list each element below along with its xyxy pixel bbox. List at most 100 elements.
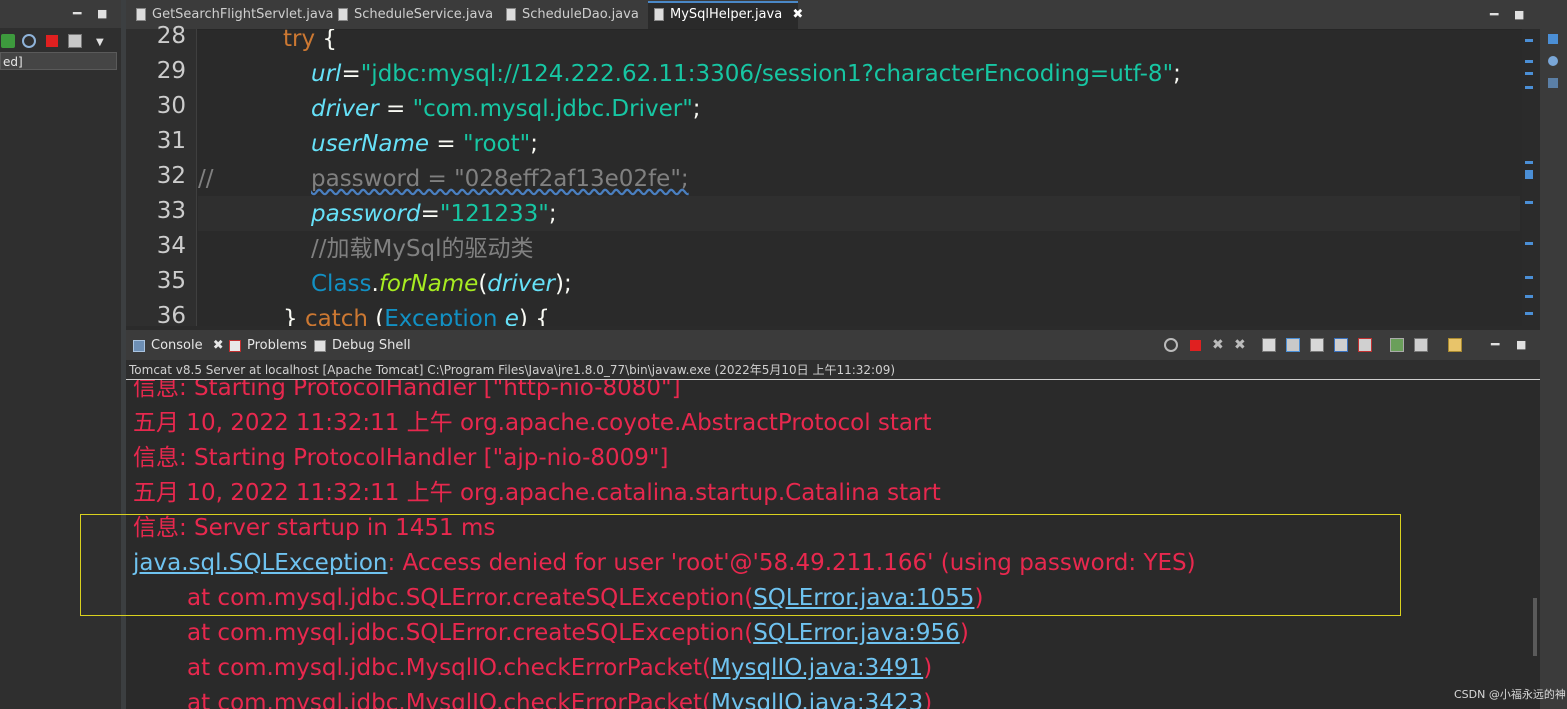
code-line-35: Class.forName(driver);	[311, 271, 572, 297]
pin-console-icon[interactable]	[1390, 338, 1404, 352]
console-tab-bar: Console ✖ Problems Debug Shell ✖ ✖ ━ ■	[126, 330, 1540, 360]
show-on-stdout-icon[interactable]	[1334, 338, 1348, 352]
editor-tab-bar: GetSearchFlightServlet.java ScheduleServ…	[126, 0, 1540, 30]
tab-label: GetSearchFlightServlet.java	[152, 7, 334, 22]
stop-icon[interactable]	[46, 35, 58, 47]
overview-marker[interactable]	[1525, 60, 1533, 63]
source-link[interactable]: SQLError.java:956	[753, 620, 960, 646]
overview-marker[interactable]	[1525, 170, 1533, 179]
code-line-31: userName = "root";	[311, 131, 538, 157]
console-minimize-button[interactable]: ━	[1491, 338, 1499, 352]
code-line-29: url="jdbc:mysql://124.222.62.11:3306/ses…	[311, 61, 1181, 87]
source-link[interactable]: MysqlIO.java:3491	[711, 655, 923, 681]
overview-marker[interactable]	[1525, 39, 1533, 42]
console-process-description: Tomcat v8.5 Server at localhost [Apache …	[126, 360, 1540, 380]
java-file-icon	[338, 8, 348, 21]
code-editor: GetSearchFlightServlet.java ScheduleServ…	[126, 0, 1540, 329]
right-side-trim	[1540, 0, 1567, 709]
code-line-28: try {	[283, 29, 338, 52]
left-panel-field[interactable]: ed]	[0, 52, 117, 70]
tab-label: Console	[151, 338, 203, 353]
console-line: 信息: Starting ProtocolHandler ["ajp-nio-8…	[133, 445, 669, 471]
overview-marker[interactable]	[1525, 201, 1533, 204]
code-line-33: password="121233";	[311, 201, 557, 227]
line-number: 34	[156, 233, 186, 259]
code-area[interactable]: try { url="jdbc:mysql://124.222.62.11:33…	[198, 29, 1520, 326]
clear-console-icon[interactable]	[1262, 338, 1276, 352]
tab-label: ScheduleService.java	[354, 7, 494, 22]
remove-all-icon: ✖	[1234, 337, 1246, 353]
overview-marker[interactable]	[1525, 242, 1533, 245]
left-maximize-button[interactable]: ■	[97, 7, 107, 21]
line-number: 30	[156, 93, 186, 119]
tab-problems[interactable]: Problems	[225, 333, 307, 359]
line-number: 28	[156, 23, 186, 49]
console-scrollbar[interactable]	[1533, 598, 1537, 656]
console-maximize-button[interactable]: ■	[1516, 338, 1526, 352]
disconnect-icon[interactable]	[68, 34, 82, 48]
overview-marker[interactable]	[1525, 312, 1533, 315]
tab-mysqlhelper[interactable]: MySqlHelper.java ✖	[648, 1, 803, 29]
line-number: 35	[156, 268, 186, 294]
problems-icon	[229, 340, 241, 352]
code-line-32-comment: password = "028eff2af13e02fe";	[311, 166, 689, 192]
task-icon[interactable]	[1548, 56, 1558, 66]
console-line: 五月 10, 2022 11:32:11 上午 org.apache.catal…	[133, 480, 941, 506]
tab-label: Problems	[247, 338, 307, 353]
line-number-gutter: 28 29 30 31 32 33 34 35 36	[126, 23, 197, 329]
word-wrap-icon[interactable]	[1310, 338, 1324, 352]
terminate-icon[interactable]	[1190, 340, 1201, 351]
tab-scheduledao[interactable]: ScheduleDao.java	[500, 3, 642, 27]
java-file-icon	[136, 8, 146, 21]
java-file-icon	[654, 8, 664, 21]
close-icon[interactable]: ✖	[792, 3, 803, 27]
tab-console[interactable]: Console ✖	[129, 333, 224, 359]
tab-label: ScheduleDao.java	[522, 7, 639, 22]
watermark: CSDN @小福永远的神	[1454, 688, 1566, 701]
tab-scheduleservice[interactable]: ScheduleService.java	[332, 3, 494, 27]
console-line: 信息: Starting ProtocolHandler ["http-nio-…	[133, 380, 681, 401]
scroll-lock-icon[interactable]	[1286, 338, 1300, 352]
code-line-32: //	[198, 166, 214, 192]
resume-icon[interactable]	[1, 34, 15, 48]
overview-ruler[interactable]	[1522, 29, 1540, 326]
debug-shell-icon	[314, 340, 326, 352]
stacktrace-line: at com.mysql.jdbc.SQLError.createSQLExce…	[187, 620, 969, 646]
line-number: 36	[156, 303, 186, 329]
close-icon[interactable]: ✖	[213, 338, 224, 353]
line-number: 32	[156, 163, 186, 189]
hierarchy-icon[interactable]	[1548, 78, 1558, 88]
stacktrace-line: at com.mysql.jdbc.MysqlIO.checkErrorPack…	[187, 655, 933, 681]
tab-label: Debug Shell	[332, 338, 411, 353]
code-line-30: driver = "com.mysql.jdbc.Driver";	[311, 96, 701, 122]
stacktrace-line: at com.mysql.jdbc.MysqlIO.checkErrorPack…	[187, 686, 932, 709]
editor-maximize-button[interactable]: ■	[1514, 8, 1524, 22]
annotation-highlight-box	[80, 514, 1401, 616]
view-menu-chevron-down-icon[interactable]: ▼	[96, 36, 104, 50]
console-line: 五月 10, 2022 11:32:11 上午 org.apache.coyot…	[133, 410, 932, 436]
overview-marker[interactable]	[1525, 72, 1533, 75]
overview-marker[interactable]	[1525, 161, 1533, 164]
gear-icon[interactable]	[22, 34, 36, 48]
editor-minimize-button[interactable]: ━	[1490, 8, 1498, 22]
line-number: 29	[156, 58, 186, 84]
show-on-stderr-icon[interactable]	[1358, 338, 1372, 352]
left-minimize-button[interactable]: ━	[73, 7, 81, 21]
remove-launch-icon: ✖	[1212, 337, 1224, 353]
open-console-icon[interactable]	[1448, 338, 1462, 352]
source-link[interactable]: MysqlIO.java:3423	[711, 690, 923, 709]
tab-label: MySqlHelper.java	[670, 7, 783, 22]
outline-icon[interactable]	[1548, 34, 1558, 44]
left-panel-header: ━ ■	[0, 0, 121, 28]
java-file-icon	[506, 8, 516, 21]
line-number: 33	[156, 198, 186, 224]
overview-marker[interactable]	[1525, 86, 1533, 89]
overview-marker[interactable]	[1525, 276, 1533, 279]
display-console-icon[interactable]	[1414, 338, 1428, 352]
code-line-36: } catch (Exception e) {	[283, 306, 550, 326]
tab-debug-shell[interactable]: Debug Shell	[310, 333, 411, 359]
line-number: 31	[156, 128, 186, 154]
console-toolbar: ✖ ✖	[1162, 338, 1492, 354]
overview-marker[interactable]	[1525, 295, 1533, 298]
restart-icon[interactable]	[1164, 338, 1178, 352]
